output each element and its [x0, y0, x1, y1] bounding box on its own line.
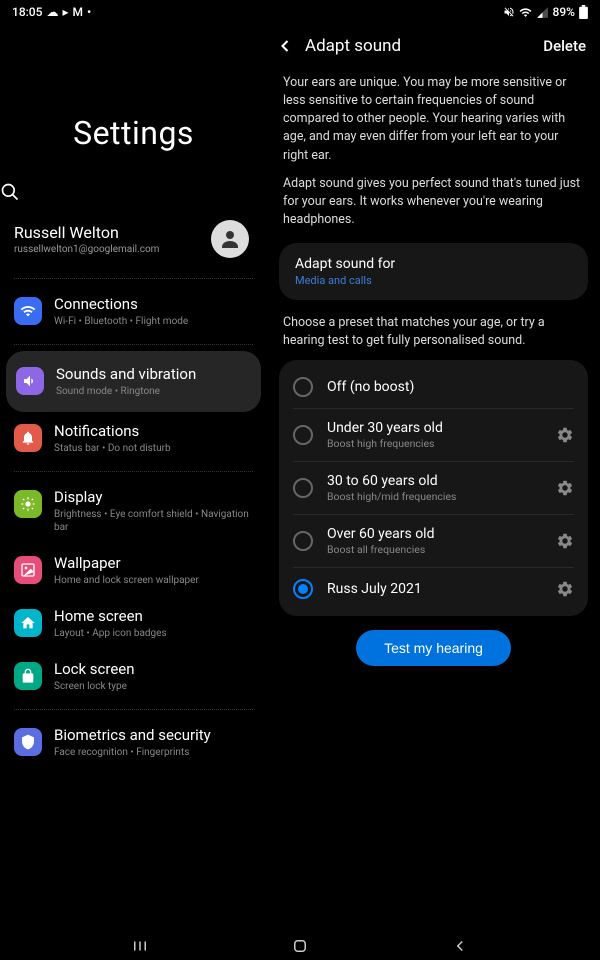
preset-30to60[interactable]: 30 to 60 years old Boost high/mid freque… — [293, 461, 574, 514]
sidebar-item-label: Connections — [54, 295, 188, 313]
preset-custom[interactable]: Russ July 2021 — [293, 567, 574, 610]
account-name: Russell Welton — [14, 223, 159, 242]
detail-title: Adapt sound — [305, 36, 401, 56]
wifi-icon — [14, 297, 42, 325]
sidebar-item-sub: Home and lock screen wallpaper — [54, 574, 199, 587]
preset-over60[interactable]: Over 60 years old Boost all frequencies — [293, 514, 574, 567]
home-nav-icon[interactable] — [291, 937, 309, 955]
sidebar-item-sub: Sound mode • Ringtone — [56, 385, 196, 398]
adapt-sound-for-card[interactable]: Adapt sound for Media and calls — [279, 243, 588, 300]
card-value: Media and calls — [295, 274, 572, 287]
sidebar-item-label: Sounds and vibration — [56, 365, 196, 383]
status-icon-youtube: ▸ — [62, 5, 68, 19]
signal-icon — [536, 6, 549, 19]
divider — [14, 278, 253, 279]
preset-label: Under 30 years old — [327, 420, 542, 436]
avatar[interactable] — [211, 220, 249, 258]
gear-icon[interactable] — [556, 532, 574, 550]
gear-icon[interactable] — [556, 479, 574, 497]
divider — [14, 709, 253, 710]
preset-sub: Boost high/mid frequencies — [327, 490, 542, 503]
radio-icon[interactable] — [293, 425, 313, 445]
wifi-icon — [519, 6, 532, 19]
status-bar: 18:05 ☁ ▸ M • 89% — [0, 0, 600, 24]
sidebar-item-lockscreen[interactable]: Lock screen Screen lock type — [0, 650, 267, 703]
sidebar-item-biometrics[interactable]: Biometrics and security Face recognition… — [0, 716, 267, 769]
recents-icon[interactable] — [131, 937, 149, 955]
sidebar-item-sub: Brightness • Eye comfort shield • Naviga… — [54, 508, 253, 534]
test-hearing-button[interactable]: Test my hearing — [356, 630, 511, 666]
account-row[interactable]: Russell Welton russellwelton1@googlemail… — [0, 202, 267, 272]
bell-icon — [14, 424, 42, 452]
preset-label: Off (no boost) — [327, 379, 574, 395]
gear-icon[interactable] — [556, 426, 574, 444]
back-icon[interactable] — [275, 36, 295, 56]
preset-sub: Boost high frequencies — [327, 437, 542, 450]
sidebar-item-sub: Face recognition • Fingerprints — [54, 746, 211, 759]
preset-under30[interactable]: Under 30 years old Boost high frequencie… — [293, 408, 574, 461]
sidebar-item-sub: Screen lock type — [54, 680, 135, 693]
gear-icon[interactable] — [556, 580, 574, 598]
preset-off[interactable]: Off (no boost) — [279, 366, 588, 408]
sidebar-item-sub: Wi-Fi • Bluetooth • Flight mode — [54, 315, 188, 328]
settings-pane: Settings Russell Welton russellwelton1@g… — [0, 24, 267, 932]
sidebar-item-sub: Layout • App icon badges — [54, 627, 167, 640]
detail-pane: Adapt sound Delete Your ears are unique.… — [267, 24, 600, 932]
page-title: Settings — [0, 114, 267, 152]
sidebar-item-label: Wallpaper — [54, 554, 199, 572]
sidebar-item-label: Display — [54, 488, 253, 506]
back-nav-icon[interactable] — [451, 937, 469, 955]
sidebar-item-display[interactable]: Display Brightness • Eye comfort shield … — [0, 478, 267, 544]
status-time: 18:05 — [12, 5, 42, 19]
description-2: Adapt sound gives you perfect sound that… — [267, 165, 600, 229]
delete-button[interactable]: Delete — [543, 37, 586, 55]
preset-list: Off (no boost) Under 30 years old Boost … — [279, 360, 588, 616]
preset-label: Over 60 years old — [327, 526, 542, 542]
image-icon — [14, 556, 42, 584]
sidebar-item-label: Home screen — [54, 607, 167, 625]
preset-label: Russ July 2021 — [327, 581, 542, 597]
battery-icon — [579, 5, 588, 19]
status-icon-cloud: ☁ — [46, 5, 58, 19]
sidebar-item-notifications[interactable]: Notifications Status bar • Do not distur… — [0, 412, 267, 465]
account-email: russellwelton1@googlemail.com — [14, 244, 159, 255]
radio-icon[interactable] — [293, 531, 313, 551]
choose-preset-text: Choose a preset that matches your age, o… — [267, 310, 600, 350]
sidebar-item-wallpaper[interactable]: Wallpaper Home and lock screen wallpaper — [0, 544, 267, 597]
preset-label: 30 to 60 years old — [327, 473, 542, 489]
divider — [14, 344, 253, 345]
lock-icon — [14, 662, 42, 690]
battery-percent: 89% — [553, 5, 575, 19]
sidebar-item-homescreen[interactable]: Home screen Layout • App icon badges — [0, 597, 267, 650]
divider — [14, 471, 253, 472]
card-title: Adapt sound for — [295, 256, 572, 272]
brightness-icon — [14, 490, 42, 518]
home-icon — [14, 609, 42, 637]
shield-icon — [14, 728, 42, 756]
sidebar-item-sounds[interactable]: Sounds and vibration Sound mode • Ringto… — [6, 351, 261, 412]
status-icon-mail: M — [72, 5, 83, 19]
sidebar-item-label: Notifications — [54, 422, 171, 440]
navigation-bar — [0, 932, 600, 960]
description-1: Your ears are unique. You may be more se… — [267, 64, 600, 165]
search-icon[interactable] — [0, 182, 241, 202]
sidebar-item-connections[interactable]: Connections Wi-Fi • Bluetooth • Flight m… — [0, 285, 267, 338]
preset-sub: Boost all frequencies — [327, 543, 542, 556]
status-icon-more: • — [87, 5, 91, 19]
sidebar-item-label: Biometrics and security — [54, 726, 211, 744]
radio-icon[interactable] — [293, 579, 313, 599]
sidebar-item-label: Lock screen — [54, 660, 135, 678]
radio-icon[interactable] — [293, 478, 313, 498]
sidebar-item-sub: Status bar • Do not disturb — [54, 442, 171, 455]
sound-icon — [16, 367, 44, 395]
mute-icon — [503, 6, 515, 18]
radio-icon[interactable] — [293, 377, 313, 397]
